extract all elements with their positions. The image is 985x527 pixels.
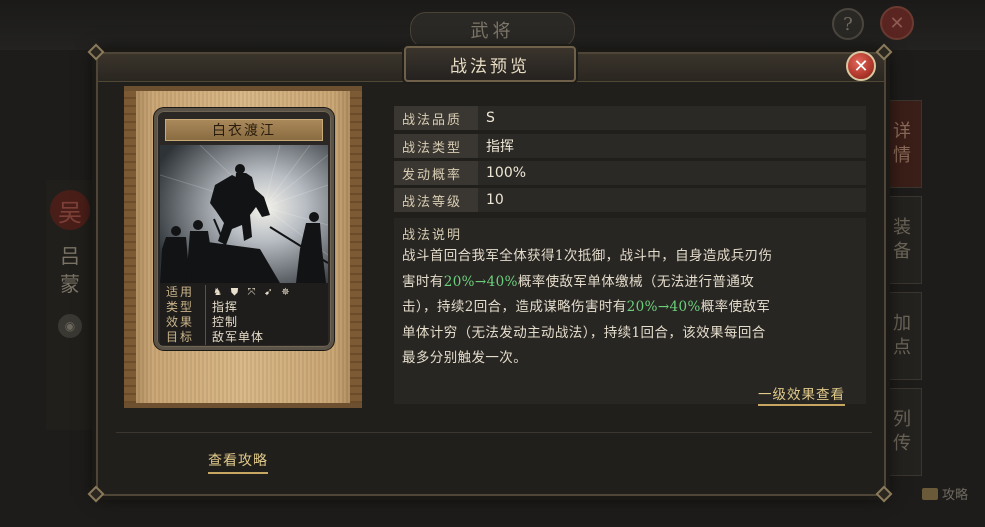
attribute-key: 战法等级 [394, 188, 478, 212]
view-guide-link[interactable]: 查看攻略 [208, 450, 268, 474]
faction-badge: 吴 [50, 190, 90, 230]
description-line: 单体计穷（无法发动主动战法），持续1回合，该效果每回合 [402, 321, 864, 347]
description-text: 战斗首回合我军全体获得1次抵御，战斗中，自身造成兵刃伤 [402, 248, 773, 264]
info-value: 控制 [212, 314, 239, 329]
attribute-value: 100% [486, 165, 527, 181]
modal-title: 战法预览 [404, 46, 576, 82]
info-key: 适用 [166, 284, 206, 301]
info-row-type: 类型 指挥 [166, 299, 328, 316]
tab-points[interactable]: 加 点 [882, 292, 922, 380]
attribute-row-quality: 战法品质 S [394, 106, 866, 130]
description-body: 战斗首回合我军全体获得1次抵御，战斗中，自身造成兵刃伤 害时有20%→40%概率使… [402, 244, 864, 372]
attribute-value: 10 [486, 192, 504, 208]
background-guide-label: 攻略 [942, 488, 969, 503]
hero-name-char: 蒙 [60, 272, 80, 296]
skill-info-panel: 适用 ♞ ⛊ ⤧ ➹ ✵ 类型 指挥 效果 控制 目标 敌军单体 [160, 283, 328, 346]
description-text: 概率使敌军 [700, 299, 771, 315]
info-row-troops: 适用 ♞ ⛊ ⤧ ➹ ✵ [166, 284, 328, 301]
attribute-key: 战法品质 [394, 106, 478, 130]
tab-equipment[interactable]: 装 备 [882, 196, 922, 284]
info-value: 指挥 [212, 299, 239, 314]
machine-icon: ✵ [281, 286, 290, 298]
troop-type-icons: ♞ ⛊ ⤧ ➹ ✵ [212, 287, 291, 298]
description-highlight: 20%→40% [626, 299, 701, 315]
close-icon[interactable]: ✕ [846, 51, 876, 81]
info-key: 目标 [166, 329, 206, 346]
bow-icon: ⤧ [247, 286, 256, 298]
attribute-key: 发动概率 [394, 161, 478, 185]
hero-name: 吕 蒙 [56, 242, 84, 298]
background-title: 武将 [410, 12, 575, 48]
tab-biography[interactable]: 列 传 [882, 388, 922, 476]
tab-char: 备 [893, 241, 911, 262]
info-row-effect: 效果 控制 [166, 314, 328, 331]
attribute-value: 指挥 [486, 139, 514, 155]
voice-icon[interactable]: ◉ [58, 314, 82, 338]
attribute-key: 战法类型 [394, 134, 478, 158]
skill-artwork [160, 145, 328, 283]
description-text: 害时有 [402, 273, 444, 290]
help-icon[interactable]: ? [832, 8, 864, 40]
divider [116, 432, 872, 433]
description-text: 击），持续2回合，造成谋略伤害时有 [402, 299, 627, 315]
shield-icon: ⛊ [230, 286, 239, 298]
attribute-row-level: 战法等级 10 [394, 188, 866, 212]
skill-artwork-image [160, 145, 328, 283]
description-line: 战斗首回合我军全体获得1次抵御，战斗中，自身造成兵刃伤 [402, 244, 864, 270]
skill-description-panel: 战法说明 战斗首回合我军全体获得1次抵御，战斗中，自身造成兵刃伤 害时有20%→4… [394, 218, 866, 404]
description-line: 击），持续2回合，造成谋略伤害时有20%→40%概率使敌军 [402, 295, 864, 321]
tab-char: 点 [893, 337, 911, 358]
attribute-value: S [486, 110, 495, 126]
tab-char: 详 [893, 121, 911, 142]
tab-char: 列 [893, 409, 911, 430]
info-key: 类型 [166, 299, 206, 316]
description-text: 概率使敌军单体缴械（无法进行普通攻 [517, 273, 755, 290]
description-line: 最多分别触发一次。 [402, 346, 864, 372]
description-highlight: 20%→40% [443, 273, 518, 290]
description-text: 单体计穷（无法发动主动战法），持续1回合，该效果每回合 [402, 324, 766, 341]
tab-char: 情 [893, 145, 911, 166]
tab-char: 加 [893, 313, 911, 334]
background-guide-button[interactable]: 攻略 [922, 484, 968, 503]
hero-name-char: 吕 [60, 244, 80, 268]
description-line: 害时有20%→40%概率使敌军单体缴械（无法进行普通攻 [402, 270, 864, 296]
description-text: 最多分别触发一次。 [402, 350, 528, 366]
tab-details[interactable]: 详 情 [882, 100, 922, 188]
background-close-icon[interactable]: ✕ [880, 6, 914, 40]
attribute-row-type: 战法类型 指挥 [394, 134, 866, 158]
info-row-target: 目标 敌军单体 [166, 329, 328, 346]
spear-icon: ➹ [264, 286, 273, 298]
cavalry-icon: ♞ [213, 286, 222, 298]
description-title: 战法说明 [402, 228, 463, 243]
skill-card: 白衣渡江 适用 ♞ ⛊ ⤧ ➹ ✵ 类型 指挥 效果 控制 目标 敌军单体 [154, 108, 334, 350]
info-key: 效果 [166, 314, 206, 331]
level-one-effect-link[interactable]: 一级效果查看 [758, 383, 845, 406]
info-value: 敌军单体 [212, 329, 265, 344]
book-icon [922, 487, 938, 500]
skill-name: 白衣渡江 [165, 119, 323, 141]
attribute-row-probability: 发动概率 100% [394, 161, 866, 185]
tab-char: 传 [893, 433, 911, 454]
tab-char: 装 [893, 217, 911, 238]
